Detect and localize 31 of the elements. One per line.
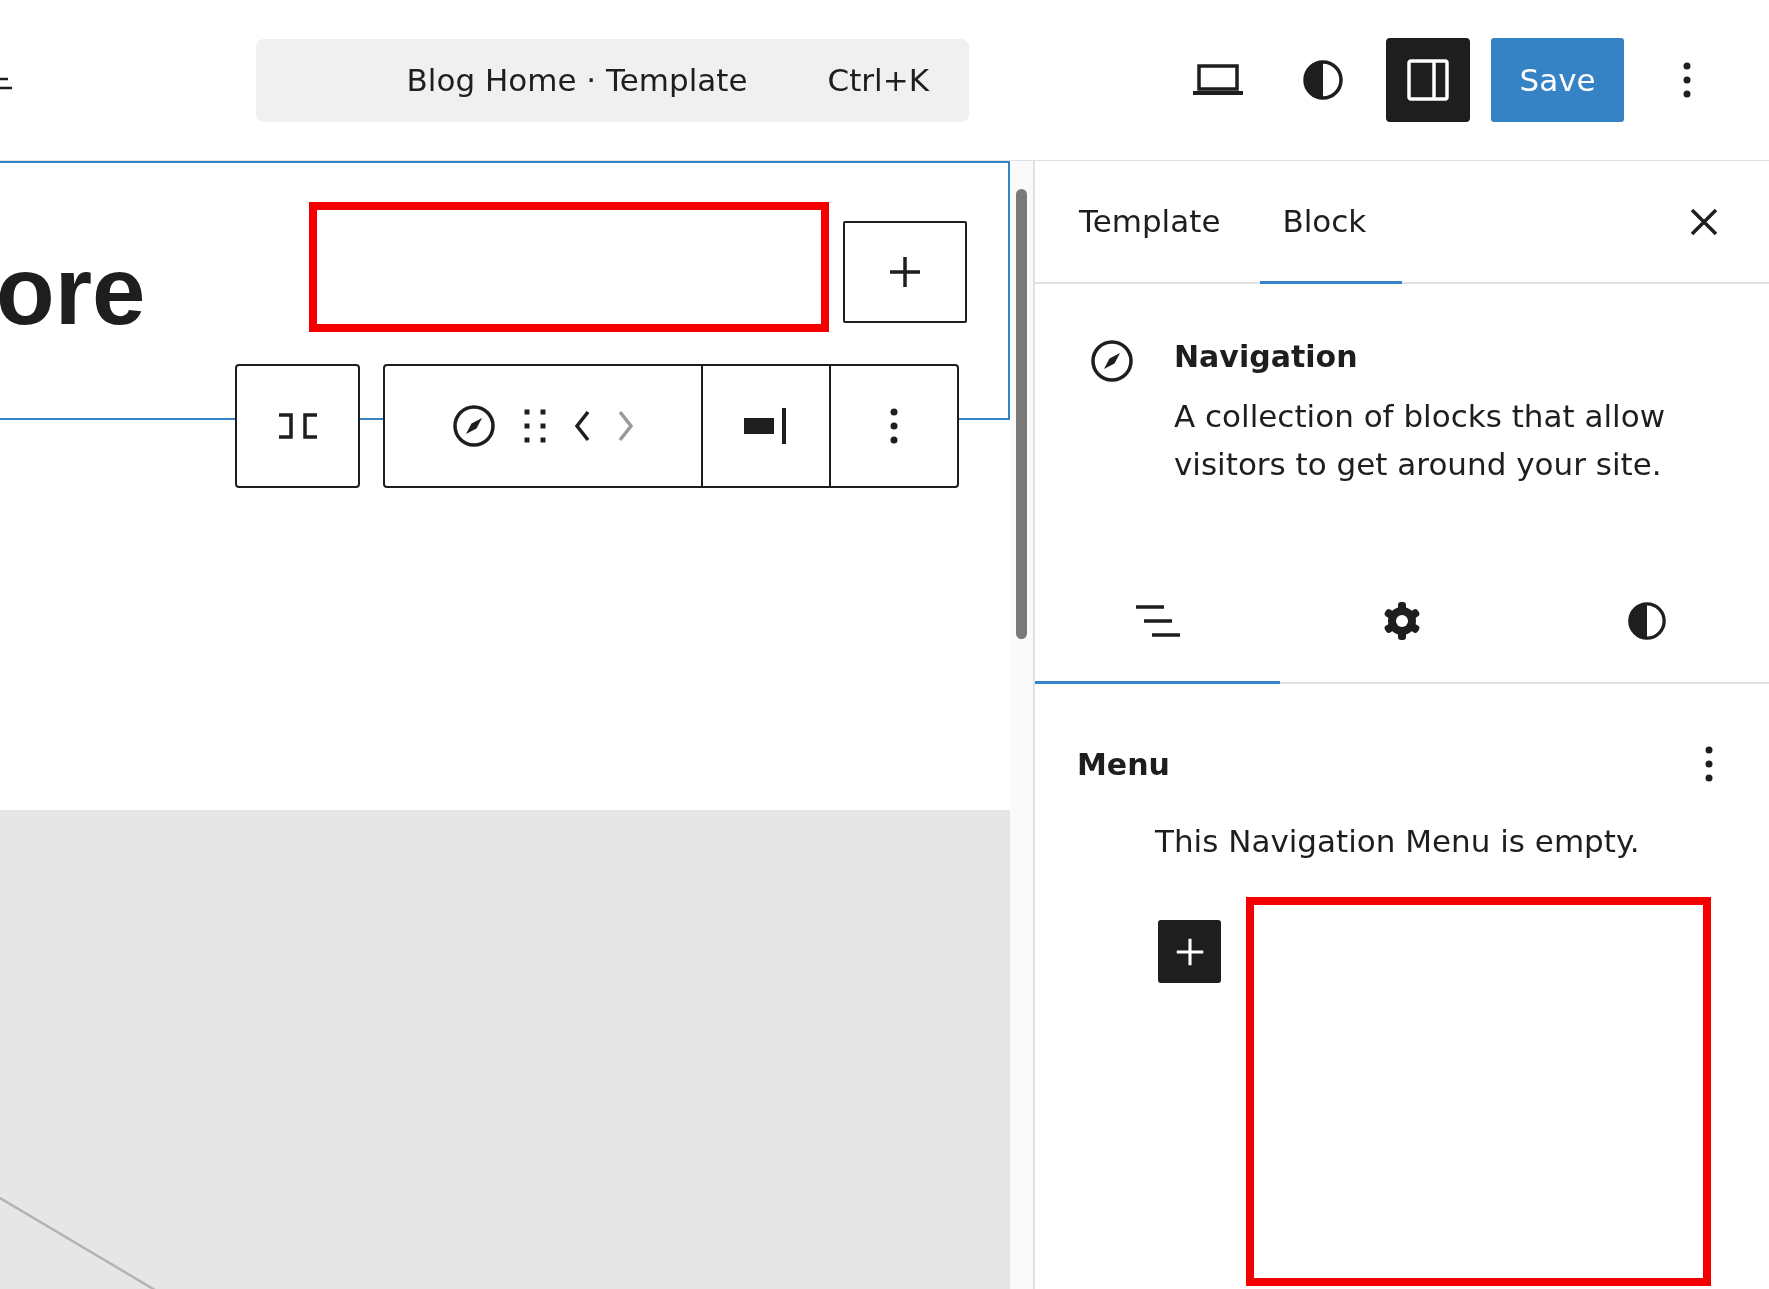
command-bar-title: Blog Home · Template [406, 62, 748, 98]
menu-heading: Menu [1077, 746, 1170, 782]
plus-icon [1174, 936, 1205, 967]
sidebar-icon [1407, 59, 1449, 101]
add-menu-item-button[interactable] [1158, 920, 1221, 983]
contrast-icon [1302, 59, 1344, 101]
drag-handle-icon [524, 408, 546, 444]
add-block-button[interactable] [843, 220, 968, 323]
more-options-icon [889, 408, 899, 444]
more-options-icon [1682, 62, 1692, 98]
compass-icon [1090, 339, 1134, 383]
close-icon [1690, 207, 1718, 236]
settings-icon [1382, 600, 1422, 641]
empty-menu-message: This Navigation Menu is empty. [1155, 823, 1641, 859]
sidebar-tab[interactable]: Block [1260, 161, 1403, 284]
laptop-icon [1192, 64, 1244, 96]
list-icon [1134, 603, 1181, 638]
more-options-icon [1704, 746, 1714, 782]
shortcut-hint: Ctrl+K [827, 62, 929, 98]
block-description: A collection of blocks that allow visitors to get around your site. [1174, 397, 1666, 484]
sidebar-tab[interactable]: Template [1057, 161, 1257, 284]
plus-icon [888, 254, 923, 289]
compass-icon [452, 404, 496, 448]
justify-right-icon [744, 408, 788, 444]
block-title: Navigation [1174, 339, 1359, 374]
scrollbar[interactable] [1010, 161, 1033, 1289]
contrast-icon [1626, 600, 1667, 641]
block-type-icon [276, 412, 319, 440]
command-bar[interactable]: Blog Home · Template Ctrl+K [256, 38, 969, 122]
sidebar-toggle-button[interactable] [1386, 38, 1470, 122]
save-button[interactable]: Save [1491, 38, 1624, 122]
